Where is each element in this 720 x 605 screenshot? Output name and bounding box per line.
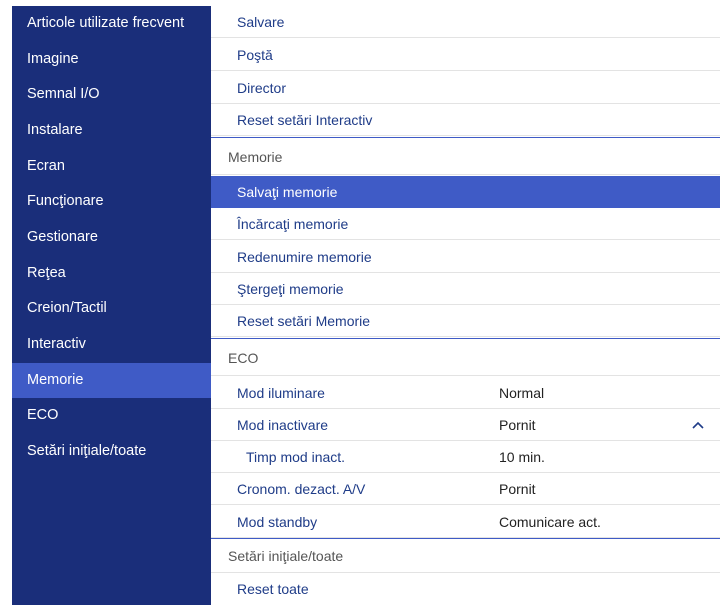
settings-panel: Salvare Poştă Director Reset setări Inte… [211,6,720,605]
sidebar-item-articole-utilizate-frecvent[interactable]: Articole utilizate frecvent [12,6,211,41]
setting-row-mod-iluminare[interactable]: Mod iluminare Normal [211,377,720,409]
sidebar-item-imagine[interactable]: Imagine [12,42,211,77]
sidebar-item-setari-initiale-toate[interactable]: Setări iniţiale/toate [12,434,211,469]
setting-label: Mod iluminare [237,385,325,401]
sidebar-item-memorie[interactable]: Memorie [12,363,211,398]
section-title: Setări iniţiale/toate [228,548,344,564]
sidebar-item-creion-tactil[interactable]: Creion/Tactil [12,291,211,326]
menu-item-label: Ştergeţi memorie [237,281,344,297]
setting-value: Normal [499,385,545,401]
setting-value: 10 min. [499,449,545,465]
menu-item-director[interactable]: Director [211,72,720,104]
section-header-eco: ECO [211,338,720,376]
sidebar: Articole utilizate frecvent Imagine Semn… [12,6,211,605]
sidebar-item-retea[interactable]: Reţea [12,256,211,291]
section-header-setari-initiale-toate: Setări iniţiale/toate [211,538,720,573]
setting-row-timp-mod-inact[interactable]: Timp mod inact. 10 min. [211,441,720,473]
menu-item-salvare[interactable]: Salvare [211,6,720,38]
menu-item-label: Reset setări Memorie [237,313,371,329]
setting-value: Pornit [499,417,536,433]
setting-value: Comunicare act. [499,514,601,530]
menu-item-salvati-memorie[interactable]: Salvaţi memorie [211,176,720,208]
setting-value: Pornit [499,481,536,497]
menu-item-reset-setari-memorie[interactable]: Reset setări Memorie [211,305,720,337]
sidebar-item-functionare[interactable]: Funcţionare [12,184,211,219]
menu-item-redenumire-memorie[interactable]: Redenumire memorie [211,241,720,273]
setting-label: Mod standby [237,514,318,530]
menu-item-label: Încărcaţi memorie [237,216,349,232]
section-header-memorie: Memorie [211,137,720,175]
sidebar-item-semnal-io[interactable]: Semnal I/O [12,77,211,112]
setting-label: Cronom. dezact. A/V [237,481,366,497]
section-title: ECO [228,350,259,366]
section-title: Memorie [228,149,283,165]
sidebar-item-eco[interactable]: ECO [12,398,211,433]
menu-item-reset-toate[interactable]: Reset toate [211,573,720,605]
setting-row-cronom-dezact-av[interactable]: Cronom. dezact. A/V Pornit [211,473,720,505]
menu-item-label: Redenumire memorie [237,249,372,265]
chevron-up-icon[interactable] [691,409,705,441]
menu-item-label: Reset toate [237,581,309,597]
setting-row-mod-inactivare[interactable]: Mod inactivare Pornit [211,409,720,441]
setting-row-mod-standby[interactable]: Mod standby Comunicare act. [211,506,720,538]
sidebar-item-interactiv[interactable]: Interactiv [12,327,211,362]
menu-item-reset-setari-interactiv[interactable]: Reset setări Interactiv [211,104,720,136]
sidebar-item-instalare[interactable]: Instalare [12,113,211,148]
menu-item-label: Director [237,80,287,96]
setting-label: Mod inactivare [237,417,329,433]
sidebar-item-gestionare[interactable]: Gestionare [12,220,211,255]
setting-label: Timp mod inact. [246,449,346,465]
sidebar-item-ecran[interactable]: Ecran [12,149,211,184]
menu-item-label: Poştă [237,47,273,63]
menu-item-incarcati-memorie[interactable]: Încărcaţi memorie [211,208,720,240]
menu-item-label: Reset setări Interactiv [237,112,373,128]
menu-item-label: Salvare [237,14,285,30]
menu-item-label: Salvaţi memorie [237,184,338,200]
menu-item-stergeti-memorie[interactable]: Ştergeţi memorie [211,273,720,305]
menu-item-posta[interactable]: Poştă [211,39,720,71]
